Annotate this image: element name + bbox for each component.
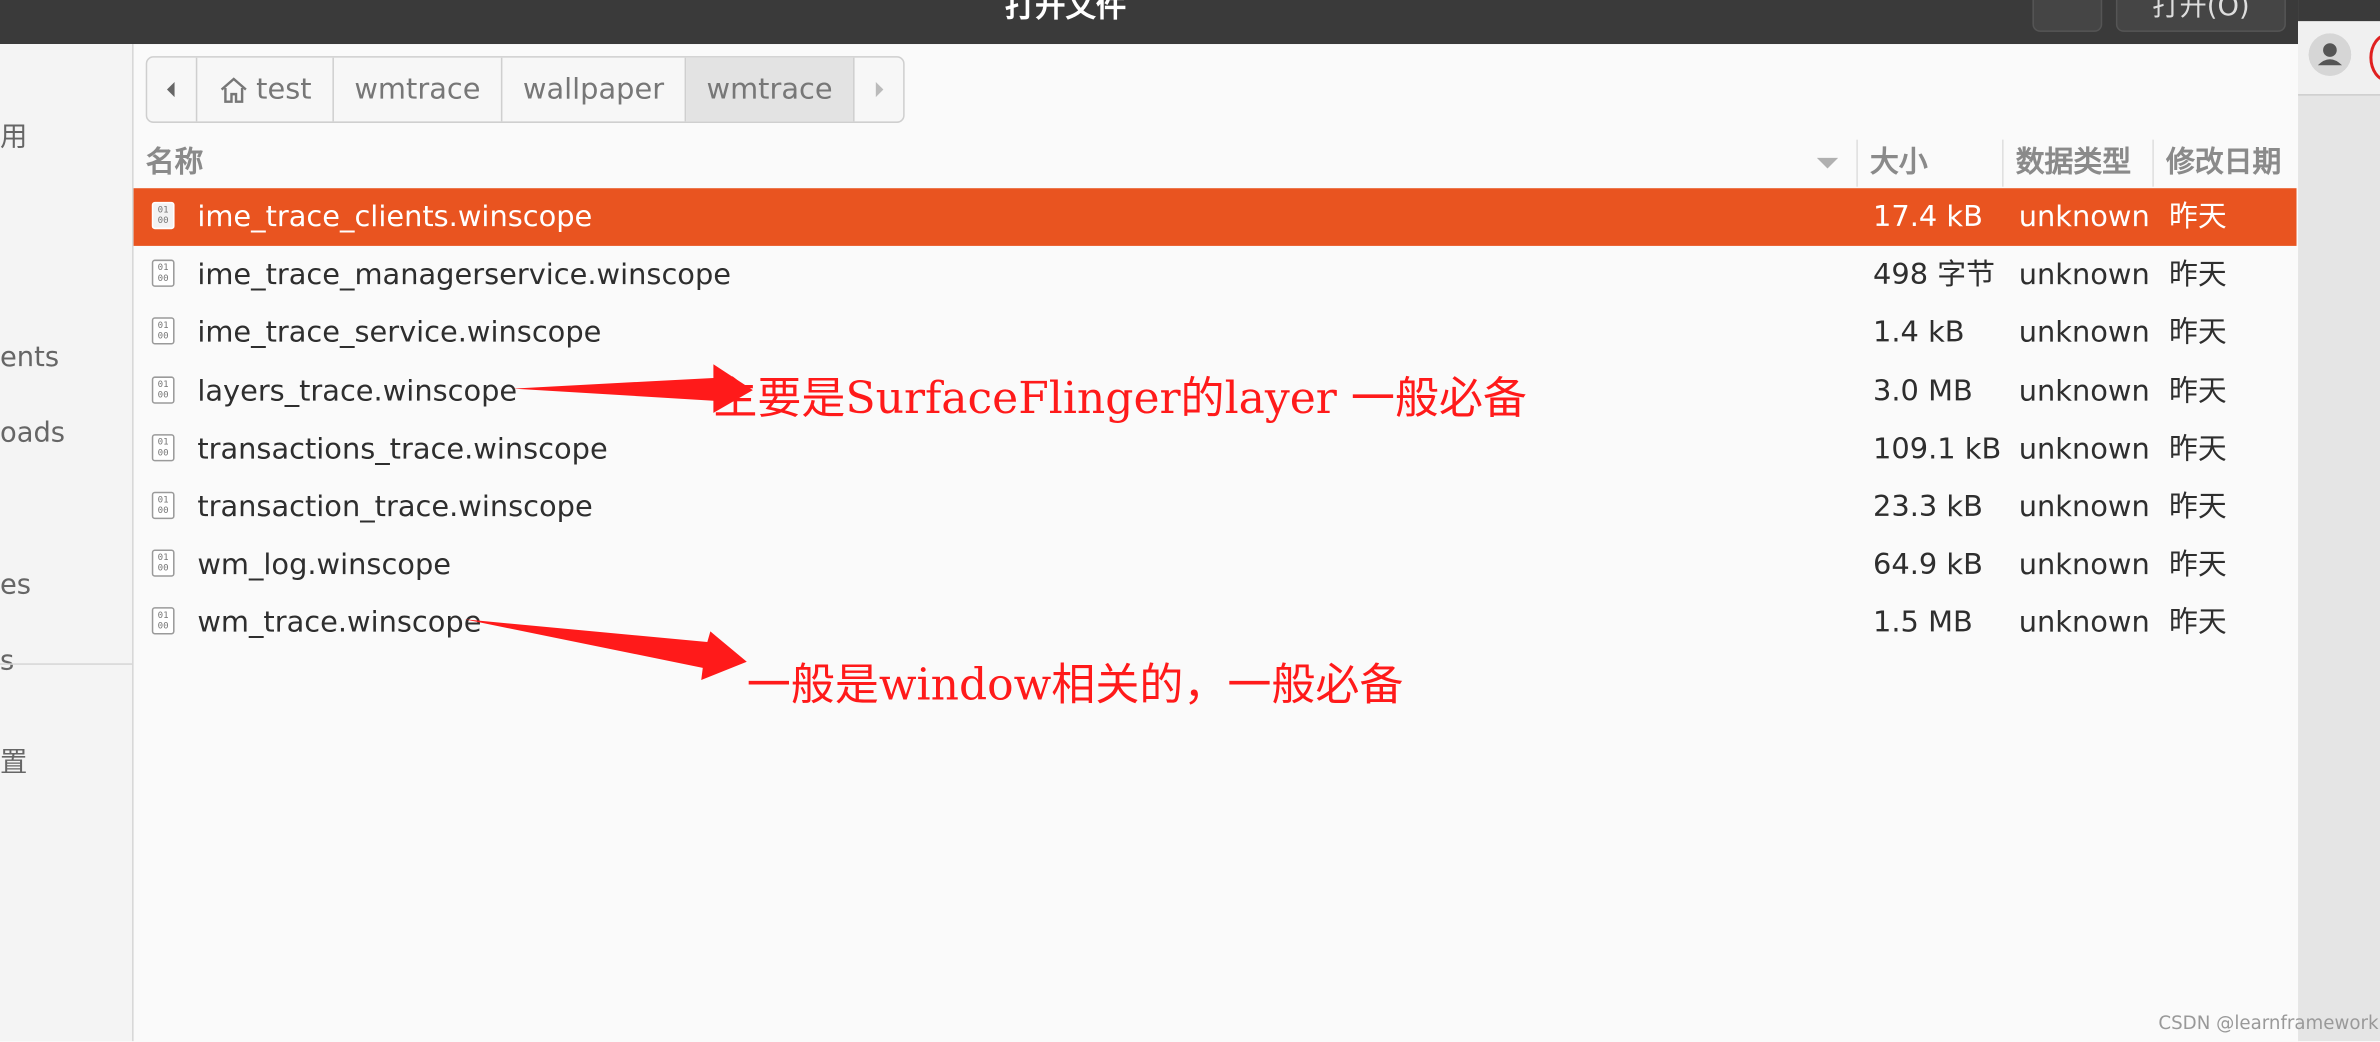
- crumb-wallpaper[interactable]: wallpaper: [502, 57, 687, 122]
- file-binary-icon: 01 00: [151, 607, 175, 636]
- file-type: unknown: [2018, 374, 2150, 408]
- file-type: unknown: [2018, 316, 2150, 350]
- places-sidebar: 用 ents oads es s 置: [0, 44, 134, 1042]
- file-name: transaction_trace.winscope: [197, 490, 593, 524]
- sidebar-item[interactable]: ents: [0, 342, 59, 374]
- column-header-modified[interactable]: 修改日期: [2152, 139, 2298, 187]
- open-button[interactable]: 打开(O): [2115, 0, 2286, 32]
- file-size: 109.1 kB: [1873, 432, 2002, 466]
- file-row[interactable]: 01 00 wm_trace.winscope 1.5 MB unknown 昨天: [134, 594, 2297, 652]
- column-header-name[interactable]: 名称: [146, 140, 1855, 187]
- file-binary-icon: 01 00: [151, 259, 175, 288]
- file-size: 1.5 MB: [1873, 606, 1973, 640]
- sidebar-item[interactable]: s: [0, 645, 14, 677]
- file-size: 498 字节: [1873, 258, 1995, 292]
- user-icon[interactable]: [2308, 33, 2352, 76]
- file-type: unknown: [2018, 258, 2150, 292]
- file-binary-icon: 01 00: [151, 433, 175, 462]
- file-row[interactable]: 01 00 ime_trace_clients.winscope 17.4 kB unk…: [133, 188, 2297, 246]
- crumb-label: test: [256, 72, 312, 107]
- file-size: 23.3 kB: [1873, 490, 1983, 524]
- dialog-title: 打开文件: [1004, 0, 1127, 25]
- file-binary-icon: 01 00: [151, 201, 175, 230]
- sidebar-item[interactable]: es: [0, 569, 31, 601]
- file-name: ime_trace_service.winscope: [197, 316, 602, 350]
- file-type: unknown: [2018, 606, 2150, 640]
- file-modified: 昨天: [2169, 200, 2227, 234]
- file-modified: 昨天: [2169, 432, 2227, 466]
- file-modified: 昨天: [2169, 258, 2227, 292]
- crumb-wmtrace[interactable]: wmtrace: [334, 57, 503, 122]
- annotation-layers: 主要是SurfaceFlinger的layer 一般必备: [713, 371, 1527, 424]
- file-type: unknown: [2018, 432, 2150, 466]
- file-modified: 昨天: [2169, 316, 2227, 350]
- file-size: 3.0 MB: [1873, 374, 1973, 408]
- sidebar-item[interactable]: oads: [0, 417, 65, 449]
- file-modified: 昨天: [2169, 490, 2227, 524]
- file-row[interactable]: 01 00 ime_trace_service.winscope 1.4 kB unkn…: [134, 304, 2297, 362]
- search-button[interactable]: [2032, 0, 2103, 32]
- home-icon: [220, 76, 247, 103]
- background-window: [2298, 0, 2380, 1042]
- sidebar-divider: [0, 663, 133, 665]
- crumb-wmtrace-current[interactable]: wmtrace: [686, 57, 855, 122]
- column-header-type[interactable]: 数据类型: [2002, 139, 2152, 187]
- file-row[interactable]: 01 00 wm_log.winscope 64.9 kB unknown 昨天: [134, 536, 2297, 594]
- file-name: wm_trace.winscope: [197, 606, 482, 640]
- file-name: transactions_trace.winscope: [197, 432, 608, 466]
- file-size: 64.9 kB: [1873, 548, 1983, 582]
- file-row[interactable]: 01 00 transaction_trace.winscope 23.3 kB unk…: [134, 478, 2297, 536]
- file-name: ime_trace_managerservice.winscope: [197, 258, 731, 292]
- annotation-window: 一般是window相关的，一般必备: [746, 658, 1404, 711]
- file-modified: 昨天: [2169, 606, 2227, 640]
- file-type: unknown: [2018, 200, 2150, 234]
- chevron-left-icon: [166, 81, 175, 98]
- file-row[interactable]: 01 00 ime_trace_managerservice.winscope 498…: [134, 246, 2297, 304]
- watermark: CSDN @learnframework: [2158, 1012, 2379, 1034]
- file-name: wm_log.winscope: [197, 548, 452, 582]
- file-binary-icon: 01 00: [151, 375, 175, 404]
- path-forward-button[interactable]: [855, 58, 904, 122]
- sidebar-item[interactable]: 置: [0, 741, 27, 780]
- sidebar-item[interactable]: 用: [0, 115, 27, 154]
- file-binary-icon: 01 00: [151, 549, 175, 578]
- file-type: unknown: [2018, 548, 2150, 582]
- chevron-right-icon: [875, 81, 884, 98]
- file-row[interactable]: 01 00 transactions_trace.winscope 109.1 kB u…: [134, 420, 2297, 478]
- file-chooser-dialog: 打开文件 打开(O) 用 ents oads es s 置 test wmtra…: [0, 0, 2380, 1042]
- file-modified: 昨天: [2169, 548, 2227, 582]
- file-type: unknown: [2018, 490, 2150, 524]
- sort-descending-icon[interactable]: [1816, 157, 1839, 169]
- file-modified: 昨天: [2169, 374, 2227, 408]
- file-binary-icon: 01 00: [151, 491, 175, 520]
- path-back-button[interactable]: [147, 57, 198, 122]
- crumb-home[interactable]: test: [197, 57, 334, 122]
- path-bar: test wmtrace wallpaper wmtrace: [145, 56, 905, 123]
- file-size: 1.4 kB: [1873, 316, 1965, 350]
- file-size: 17.4 kB: [1873, 200, 1983, 234]
- file-name: ime_trace_clients.winscope: [197, 200, 593, 234]
- header-bar: 打开文件 打开(O): [0, 0, 2299, 45]
- column-header-size[interactable]: 大小: [1856, 139, 2002, 187]
- file-name: layers_trace.winscope: [197, 374, 518, 408]
- file-binary-icon: 01 00: [151, 317, 175, 346]
